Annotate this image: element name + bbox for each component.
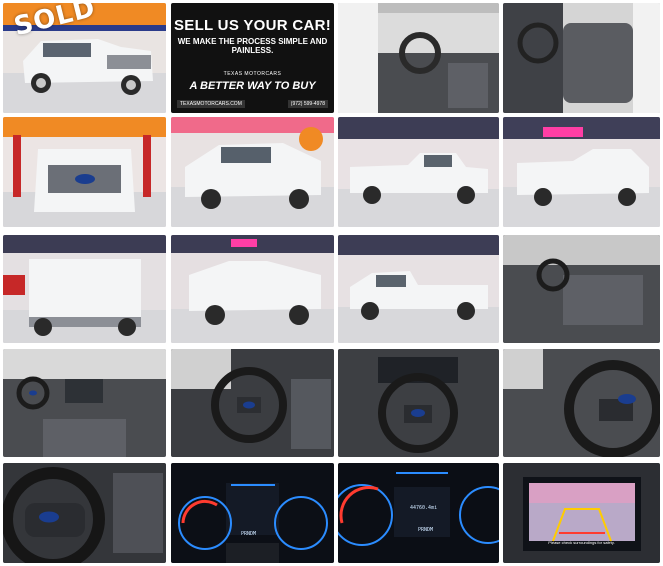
promo-phone: (972) 599-4978: [287, 100, 328, 108]
photo-tile-4[interactable]: [503, 3, 660, 113]
front-seats-photo: [503, 3, 660, 113]
photo-tile-19[interactable]: 44760.4mi PRNDM: [338, 463, 499, 563]
steering-wheel-side-photo: [171, 349, 334, 457]
photo-tile-17[interactable]: [3, 463, 166, 563]
gear-display: PRNDM: [241, 531, 257, 537]
side-profile-left-photo: [338, 235, 499, 343]
photo-tile-20[interactable]: Please check surroundings for safety.: [503, 463, 660, 563]
promo-tagline: A BETTER WAY TO BUY: [189, 80, 316, 92]
photo-tile-3[interactable]: [338, 3, 499, 113]
photo-tile-8[interactable]: [503, 117, 660, 227]
front-three-quarter-photo: [171, 117, 334, 227]
photo-tile-14[interactable]: [171, 349, 334, 457]
camera-caption: Please check surroundings for safety.: [548, 540, 615, 545]
photo-tile-5[interactable]: [3, 117, 166, 227]
passenger-interior-photo: [503, 235, 660, 343]
mileage-readout: 44760.4mi: [410, 505, 438, 511]
photo-tile-11[interactable]: [338, 235, 499, 343]
gear-display-close: PRNDM: [418, 527, 434, 533]
dashboard-center-photo: [3, 349, 166, 457]
photo-tile-16[interactable]: [503, 349, 660, 457]
photo-tile-15[interactable]: [338, 349, 499, 457]
steering-wheel-close-photo: [503, 349, 660, 457]
photo-tile-12[interactable]: [503, 235, 660, 343]
promo-subline: WE MAKE THE PROCESS SIMPLE AND PAINLESS.: [177, 37, 328, 55]
promo-brand: TEXAS MOTORCARS: [223, 71, 282, 77]
photo-tile-18[interactable]: PRNDM: [171, 463, 334, 563]
gauge-cluster-photo: [171, 463, 334, 563]
photo-tile-13[interactable]: [3, 349, 166, 457]
photo-tile-10[interactable]: [171, 235, 334, 343]
photo-tile-6[interactable]: [171, 117, 334, 227]
side-profile-photo: [338, 117, 499, 227]
driver-door-photo: [338, 3, 499, 113]
tailgate-photo: [3, 235, 166, 343]
backup-camera-photo: [503, 463, 660, 563]
gauge-cluster-close-photo: [338, 463, 499, 563]
steering-wheel-cluster-photo: [338, 349, 499, 457]
steering-wheel-logo-photo: [3, 463, 166, 563]
photo-tile-7[interactable]: [338, 117, 499, 227]
photo-tile-9[interactable]: [3, 235, 166, 343]
rear-three-quarter-left-photo: [171, 235, 334, 343]
promo-banner-tile[interactable]: SELL US YOUR CAR! WE MAKE THE PROCESS SI…: [171, 3, 334, 113]
photo-tile-1[interactable]: SOLD: [3, 3, 166, 113]
rear-three-quarter-photo: [503, 117, 660, 227]
promo-headline: SELL US YOUR CAR!: [173, 17, 332, 34]
photo-gallery: SOLD SELL US YOUR CAR! WE MAKE THE PROCE…: [3, 3, 660, 563]
promo-site: TEXASMOTORCARS.COM: [177, 100, 245, 108]
promo-footer: TEXASMOTORCARS.COM (972) 599-4978: [171, 99, 334, 109]
front-grille-photo: [3, 117, 166, 227]
